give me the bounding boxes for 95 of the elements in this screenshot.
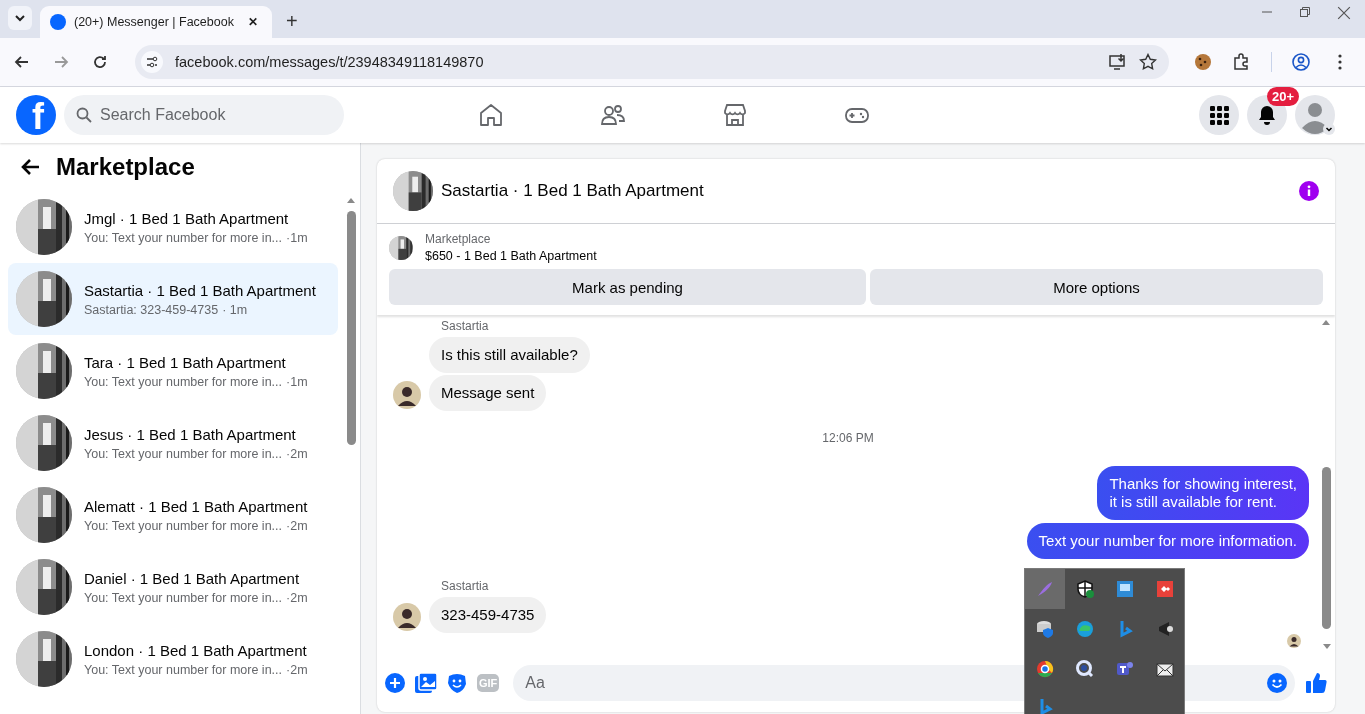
menu-button[interactable] xyxy=(1199,95,1239,135)
scrollbar-thumb[interactable] xyxy=(1322,467,1331,629)
forward-icon[interactable] xyxy=(52,54,69,70)
message-bubble: Message sent xyxy=(429,375,547,411)
message-preview: Sastartia: 323-459-4735 xyxy=(84,302,219,317)
mark-pending-button[interactable]: Mark as pending xyxy=(389,269,866,305)
read-receipt-icon xyxy=(1287,634,1301,648)
emoji-icon[interactable] xyxy=(1267,673,1287,693)
conversation-title: London · 1 Bed 1 Bath Apartment xyxy=(84,641,308,659)
conversation-item[interactable]: Sastartia · 1 Bed 1 Bath Apartment Sastartia: 323-459-4735 · 1m xyxy=(8,263,338,335)
extensions-icon[interactable] xyxy=(1232,53,1251,71)
back-icon[interactable] xyxy=(13,54,30,70)
bell-icon[interactable] xyxy=(1257,105,1277,125)
notification-badge: 20+ xyxy=(1267,87,1300,106)
profile-avatar-icon[interactable] xyxy=(1295,95,1335,135)
sidebar-title: Marketplace xyxy=(56,153,195,181)
conversation-item[interactable]: Tara · 1 Bed 1 Bath Apartment You: Text your number for more in... ·1m xyxy=(8,335,338,407)
message-preview: You: Text your number for more in... xyxy=(84,230,283,245)
sender-name: Sastartia xyxy=(441,579,489,593)
chat-title: Sastartia · 1 Bed 1 Bath Apartment xyxy=(441,181,705,201)
tab-title: (20+) Messenger | Facebook xyxy=(74,15,235,29)
search-icon xyxy=(76,107,92,123)
conversation-item[interactable]: Jesus · 1 Bed 1 Bath Apartment You: Text your number for more in... ·2m xyxy=(8,407,338,479)
square-arrows-icon[interactable] xyxy=(1155,579,1175,599)
listing-label: Marketplace xyxy=(425,232,492,246)
restore-icon[interactable] xyxy=(1299,6,1311,18)
friends-icon[interactable] xyxy=(600,102,626,128)
favicon-icon xyxy=(50,14,66,30)
magnifier-icon[interactable] xyxy=(1075,659,1095,679)
storage-shield-icon[interactable] xyxy=(1035,619,1055,639)
ring-icon[interactable] xyxy=(1035,659,1055,679)
monitor-icon[interactable] xyxy=(1115,579,1135,599)
install-icon[interactable] xyxy=(1109,53,1128,71)
swirl-icon[interactable] xyxy=(1075,619,1095,639)
photo-icon[interactable] xyxy=(415,673,437,693)
conversation-item[interactable]: London · 1 Bed 1 Bath Apartment You: Text your number for more in... ·2m xyxy=(8,623,338,695)
info-icon[interactable] xyxy=(1299,181,1319,201)
back-arrow-icon[interactable] xyxy=(20,157,40,177)
conversation-title: Sastartia · 1 Bed 1 Bath Apartment xyxy=(84,281,316,299)
message-bubble: Is this still available? xyxy=(429,337,590,373)
browser-tab[interactable]: (20+) Messenger | Facebook ✕ xyxy=(40,6,272,38)
shield-icon[interactable] xyxy=(1075,579,1095,599)
message-bubble: Text your number for more information. xyxy=(1026,523,1309,559)
chevron-down-icon[interactable] xyxy=(14,12,26,24)
facebook-logo[interactable]: f xyxy=(16,95,56,135)
cookie-icon[interactable] xyxy=(1193,53,1212,71)
message-preview: You: Text your number for more in... xyxy=(84,446,283,461)
message-bubble: Thanks for showing interest, it is still available for rent. xyxy=(1097,466,1309,520)
conversation-item[interactable]: Daniel · 1 Bed 1 Bath Apartment You: Text your number for more in... ·2m xyxy=(8,551,338,623)
scroll-up-icon[interactable] xyxy=(1321,319,1331,325)
message-preview: You: Text your number for more in... xyxy=(84,590,283,605)
message-time: ·2m xyxy=(286,662,308,677)
conversation-title: Alematt · 1 Bed 1 Bath Apartment xyxy=(84,497,308,515)
new-tab-button[interactable]: + xyxy=(280,9,304,34)
conversation-title: Daniel · 1 Bed 1 Bath Apartment xyxy=(84,569,301,587)
conversation-title: Tara · 1 Bed 1 Bath Apartment xyxy=(84,353,287,371)
scroll-up-icon[interactable] xyxy=(346,197,356,203)
message-preview: You: Text your number for more in... xyxy=(84,518,283,533)
profile-icon[interactable] xyxy=(1291,53,1310,71)
more-icon[interactable] xyxy=(1337,54,1342,70)
conversation-title: Jmgl · 1 Bed 1 Bath Apartment xyxy=(84,209,290,227)
close-tab-button[interactable]: ✕ xyxy=(244,13,262,31)
message-time: ·1m xyxy=(286,374,308,389)
message-time: ·2m xyxy=(286,446,308,461)
menu-icon[interactable] xyxy=(1209,105,1229,125)
message-preview: You: Text your number for more in... xyxy=(84,662,283,677)
avatar-icon xyxy=(393,381,421,409)
message-time: ·2m xyxy=(286,518,308,533)
scroll-down-icon[interactable] xyxy=(1322,644,1332,650)
conversation-title: Jesus · 1 Bed 1 Bath Apartment xyxy=(84,425,297,443)
thumbs-up-icon[interactable] xyxy=(1305,672,1327,694)
star-icon[interactable] xyxy=(1139,53,1158,71)
home-icon[interactable] xyxy=(478,102,504,128)
site-settings-icon[interactable] xyxy=(141,51,163,73)
plus-icon[interactable] xyxy=(385,673,405,693)
message-time: ·2m xyxy=(286,590,308,605)
marketplace-icon[interactable] xyxy=(722,102,748,128)
conversation-item[interactable]: Alematt · 1 Bed 1 Bath Apartment You: Text your number for more in... ·2m xyxy=(8,479,338,551)
search-field[interactable]: Search Facebook xyxy=(64,95,344,135)
message-time: · 1m xyxy=(222,302,248,317)
message-preview: You: Text your number for more in... xyxy=(84,374,283,389)
reload-icon[interactable] xyxy=(91,54,108,70)
scrollbar-thumb[interactable] xyxy=(347,211,356,445)
sender-name: Sastartia xyxy=(441,319,489,333)
timestamp: 12:06 PM xyxy=(822,431,874,445)
conversation-item[interactable]: Jmgl · 1 Bed 1 Bath Apartment You: Text your number for more in... ·1m xyxy=(8,191,338,263)
address-bar[interactable]: facebook.com/messages/t/23948349118149870 xyxy=(135,45,1170,79)
listing-title[interactable]: $650 - 1 Bed 1 Bath Apartment xyxy=(425,249,597,263)
tab-list-button[interactable] xyxy=(8,6,32,30)
close-icon[interactable] xyxy=(1337,6,1351,20)
sticker-icon[interactable] xyxy=(447,673,467,693)
message-bubble: 323-459-4735 xyxy=(429,597,547,633)
avatar-icon xyxy=(393,603,421,631)
more-options-button[interactable]: More options xyxy=(870,269,1323,305)
message-time: ·1m xyxy=(286,230,308,245)
